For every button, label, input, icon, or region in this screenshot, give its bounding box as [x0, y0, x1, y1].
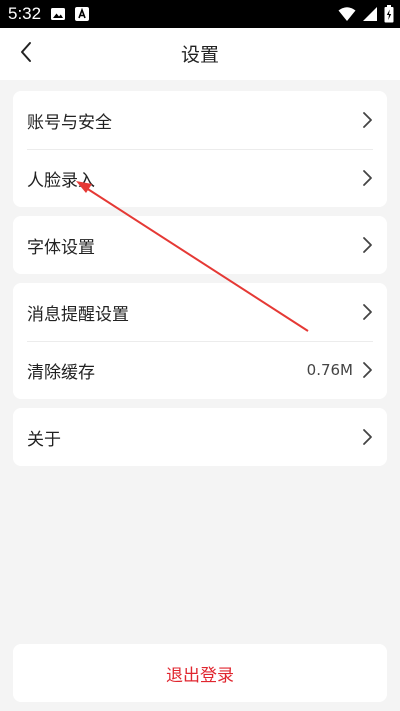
settings-item-label: 字体设置 [27, 237, 95, 258]
image-icon [50, 6, 66, 26]
settings-item-label: 清除缓存 [27, 362, 95, 383]
chevron-right-icon [361, 428, 373, 446]
settings-group-font: 字体设置 [13, 216, 387, 274]
chevron-right-icon [361, 169, 373, 187]
settings-item-label: 消息提醒设置 [27, 304, 129, 325]
wifi-icon [338, 6, 356, 26]
logout-button[interactable]: 退出登录 [13, 644, 387, 702]
settings-item-message-reminder[interactable]: 消息提醒设置 [13, 283, 387, 341]
settings-group-account: 账号与安全 人脸录入 [13, 91, 387, 207]
chevron-right-icon [361, 303, 373, 321]
settings-group-notifications-cache: 消息提醒设置 清除缓存 0.76M [13, 283, 387, 399]
status-system-icons [338, 5, 394, 27]
signal-icon [362, 6, 378, 26]
chevron-right-icon [361, 236, 373, 254]
chevron-right-icon [361, 361, 373, 379]
nav-bar: 设置 [0, 28, 400, 80]
settings-item-account-security[interactable]: 账号与安全 [13, 91, 387, 149]
settings-item-label: 人脸录入 [27, 170, 95, 191]
settings-group-about: 关于 [13, 408, 387, 466]
settings-item-font-settings[interactable]: 字体设置 [13, 216, 387, 274]
settings-item-face-enrollment[interactable]: 人脸录入 [13, 149, 387, 207]
status-notification-icons [50, 6, 90, 26]
cache-size-value: 0.76M [306, 361, 353, 379]
settings-item-about[interactable]: 关于 [13, 408, 387, 466]
app-a-icon [74, 6, 90, 26]
page-title: 设置 [180, 44, 219, 66]
settings-item-label: 关于 [27, 429, 61, 450]
settings-item-label: 账号与安全 [27, 112, 112, 133]
settings-item-clear-cache[interactable]: 清除缓存 0.76M [13, 341, 387, 399]
logout-label: 退出登录 [166, 665, 234, 686]
status-time: 5:32 [8, 4, 42, 23]
chevron-right-icon [361, 111, 373, 129]
status-bar: 5:32 [0, 0, 400, 28]
battery-charging-icon [384, 5, 394, 27]
